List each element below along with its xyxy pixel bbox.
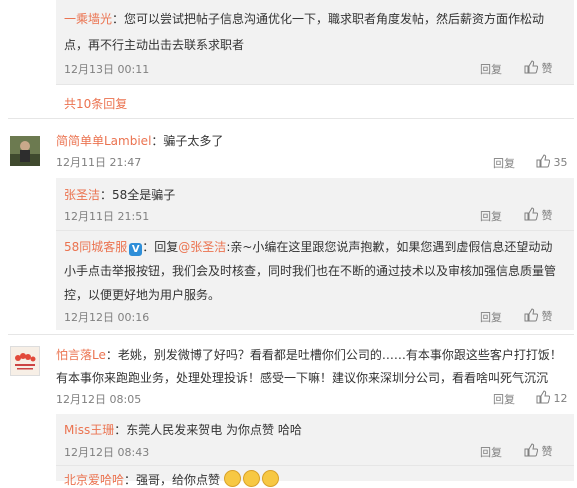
comment-3-like-label: 赞: [541, 209, 553, 222]
comment-5-like-button[interactable]: 12: [536, 390, 568, 405]
smile-emoji-icon: [242, 470, 260, 487]
separator: [56, 230, 574, 231]
comment-7-author[interactable]: 北京爱哈哈: [64, 473, 124, 487]
comment-5-text-1: ：老姚，别发微博了好吗？看看都是吐槽你们公司的……有本事你跟这些客户打打饭！: [105, 348, 562, 362]
comment-4-text-1: :亲~小编在这里跟您说声抱歉，如果您遇到虚假信息还望动动: [226, 240, 553, 254]
comment-3-time: 12月11日 21:51: [64, 210, 150, 223]
thumbs-up-icon: [524, 207, 538, 221]
comment-1-reply-button[interactable]: 回复: [480, 61, 502, 77]
comment-4-reply-button[interactable]: 回复: [480, 309, 502, 325]
verified-badge-icon: V: [129, 243, 143, 256]
comment-7-text: ：强哥，给你点赞: [124, 473, 221, 487]
thumbs-up-icon: [536, 390, 550, 404]
separator: [56, 84, 574, 85]
thumbs-up-icon: [524, 443, 538, 457]
comment-1-line-1: 一乘墙光：您可以尝试把帖子信息沟通优化一下，職求职者角度发帖，然后薪资方面作松动: [64, 10, 544, 27]
comment-1-text-1: ：您可以尝试把帖子信息沟通优化一下，職求职者角度发帖，然后薪资方面作松动: [112, 12, 545, 26]
comment-4-text-3: 控，以便更好地为用户服务。: [64, 288, 221, 302]
comment-1-like-label: 赞: [541, 62, 553, 75]
thumbs-up-icon: [536, 154, 550, 168]
comment-6-line: Miss王珊：东莞人民发来贺电 为你点赞 哈哈: [64, 421, 302, 438]
separator: [56, 465, 574, 466]
comment-6-text: ：东莞人民发来贺电 为你点赞 哈哈: [114, 423, 302, 437]
comment-6-time: 12月12日 08:43: [64, 446, 150, 459]
comment-5-text-2: 有本事你来跑跑业务，处理处理投诉！感受一下嘛！建议你来深圳分公司，看看啥叫死气沉…: [56, 371, 549, 385]
smile-emoji-icon: [261, 470, 279, 487]
comment-4-like-button[interactable]: 赞: [524, 308, 553, 324]
comment-5-line-2: 有本事你来跑跑业务，处理处理投诉！感受一下嘛！建议你来深圳分公司，看看啥叫死气沉…: [56, 369, 548, 386]
comment-4-mention[interactable]: @张圣洁: [178, 240, 226, 254]
smile-emoji-icon: [223, 470, 241, 487]
comment-1-text-2: 点，再不行主动出击去联系求职者: [64, 38, 245, 52]
comment-2-line: 简简单单Lambiel：骗子太多了: [56, 132, 223, 149]
comment-4-author[interactable]: 58同城客服: [64, 240, 127, 254]
comment-5-reply-button[interactable]: 回复: [493, 391, 515, 407]
comment-6-like-button[interactable]: 赞: [524, 443, 553, 459]
comment-6-like-label: 赞: [541, 445, 553, 458]
comment-7-line: 北京爱哈哈：强哥，给你点赞: [64, 470, 281, 488]
comment-5-like-count: 12: [553, 392, 568, 405]
comment-2-like-count: 35: [553, 156, 568, 169]
comment-5-line-1: 怕言落Le：老姚，别发微博了好吗？看看都是吐槽你们公司的……有本事你跟这些客户打…: [56, 346, 562, 363]
comment-2-like-button[interactable]: 35: [536, 154, 568, 169]
comment-1-line-2: 点，再不行主动出击去联系求职者: [64, 36, 244, 53]
comment-1-author[interactable]: 一乘墙光: [64, 12, 112, 26]
comment-4-text-2: 小手点击举报按钮，我们会及时核查，同时我们也在不断的通过技术以及审核加强信息质量…: [64, 264, 557, 278]
avatar[interactable]: [10, 346, 40, 376]
comment-5-time: 12月12日 08:05: [56, 393, 142, 406]
comment-3-line: 张圣洁：58全是骗子: [64, 186, 175, 203]
comment-6-author[interactable]: Miss王珊: [64, 423, 114, 437]
avatar[interactable]: [10, 136, 40, 166]
thumbs-up-icon: [524, 308, 538, 322]
separator: [8, 118, 574, 119]
comment-2-reply-button[interactable]: 回复: [493, 155, 515, 171]
comment-2-author[interactable]: 简简单单Lambiel: [56, 134, 151, 148]
more-replies-link[interactable]: 共10条回复: [64, 95, 127, 112]
comment-2-text: ：骗子太多了: [151, 134, 224, 148]
comment-4-text-prefix: ：回复: [142, 240, 179, 254]
thumbs-up-icon: [524, 60, 538, 74]
comment-3-reply-button[interactable]: 回复: [480, 208, 502, 224]
comment-3-text: ：58全是骗子: [100, 188, 176, 202]
comment-1-like-button[interactable]: 赞: [524, 60, 553, 76]
comment-4-like-label: 赞: [541, 310, 553, 323]
comment-3-like-button[interactable]: 赞: [524, 207, 553, 223]
comment-4-line-2: 小手点击举报按钮，我们会及时核查，同时我们也在不断的通过技术以及审核加强信息质量…: [64, 262, 556, 279]
comment-2-time: 12月11日 21:47: [56, 156, 142, 169]
comment-4-line-1: 58同城客服 V ：回复@张圣洁:亲~小编在这里跟您说声抱歉，如果您遇到虚假信息还望…: [64, 238, 552, 256]
comment-4-line-3: 控，以便更好地为用户服务。: [64, 286, 220, 303]
comment-5-author[interactable]: 怕言落Le: [56, 348, 106, 362]
comment-3-author[interactable]: 张圣洁: [64, 188, 100, 202]
comment-4-time: 12月12日 00:16: [64, 311, 150, 324]
separator: [8, 334, 574, 335]
comment-1-time: 12月13日 00:11: [64, 63, 150, 76]
comment-6-reply-button[interactable]: 回复: [480, 444, 502, 460]
